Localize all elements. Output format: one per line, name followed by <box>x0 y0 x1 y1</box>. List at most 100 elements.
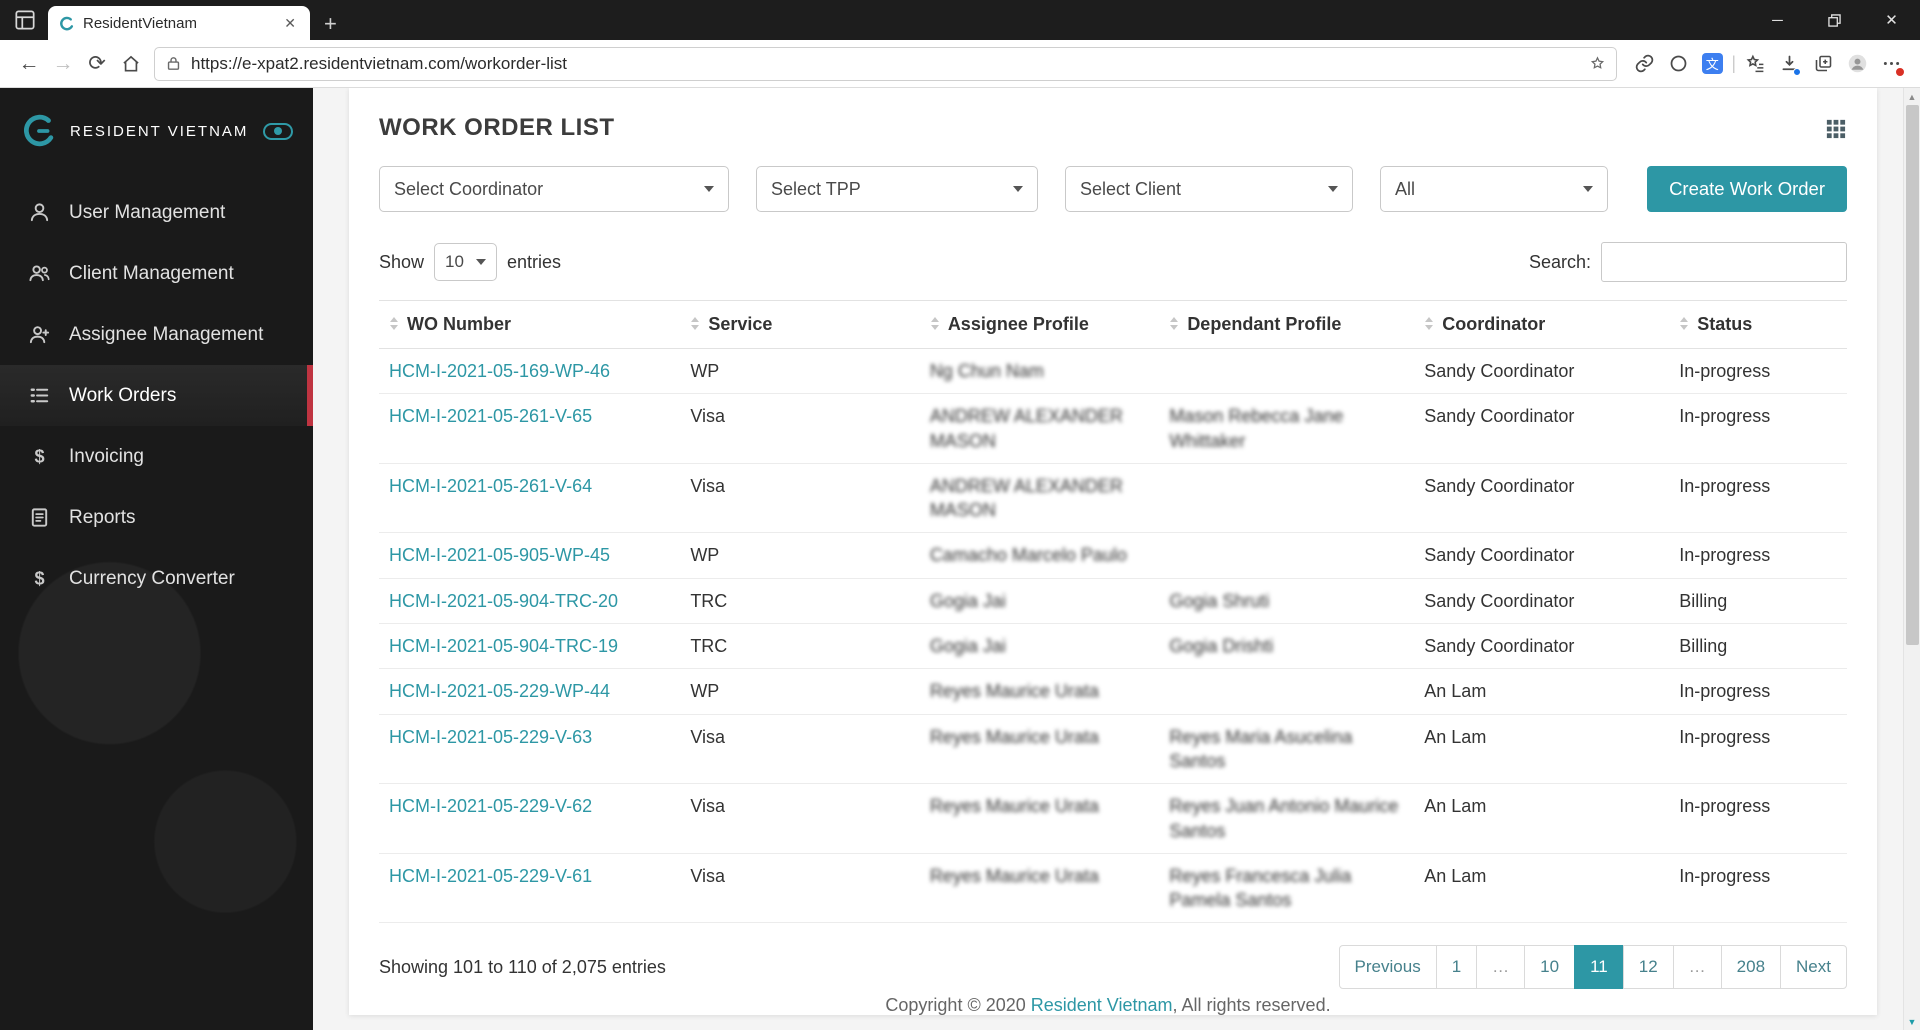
tpp-filter[interactable]: Select TPP <box>756 166 1038 212</box>
column-header-assignee[interactable]: Assignee Profile <box>919 300 1160 349</box>
dollar-icon: $ <box>28 445 51 468</box>
status-filter[interactable]: All <box>1380 166 1608 212</box>
wo-number-link[interactable]: HCM-I-2021-05-904-TRC-20 <box>389 591 618 611</box>
translate-extension-icon[interactable]: 文 <box>1695 47 1729 81</box>
page-scrollbar[interactable]: ▲ ▼ <box>1903 88 1920 1030</box>
column-header-wo-number[interactable]: WO Number <box>379 300 681 349</box>
column-header-coordinator[interactable]: Coordinator <box>1414 300 1670 349</box>
coordinator-cell: Sandy Coordinator <box>1414 532 1670 579</box>
wo-number-link[interactable]: HCM-I-2021-05-261-V-65 <box>389 406 592 426</box>
sort-icon <box>389 317 399 330</box>
search-input[interactable] <box>1601 242 1847 282</box>
assignee-profile-cell: Reyes Maurice Urata <box>919 783 1160 854</box>
scrollbar-thumb[interactable] <box>1906 105 1919 645</box>
wo-number-link[interactable]: HCM-I-2021-05-229-WP-44 <box>389 681 610 701</box>
home-button[interactable] <box>114 47 148 81</box>
service-cell: Visa <box>680 783 920 854</box>
address-bar[interactable]: https://e-xpat2.residentvietnam.com/work… <box>154 46 1618 81</box>
wo-number-link[interactable]: HCM-I-2021-05-229-V-63 <box>389 727 592 747</box>
sidebar-item-client-management[interactable]: Client Management <box>0 243 313 304</box>
downloads-icon[interactable] <box>1772 47 1806 81</box>
coordinator-cell: Sandy Coordinator <box>1414 393 1670 464</box>
column-header-dependant[interactable]: Dependant Profile <box>1159 300 1415 349</box>
grid-view-icon[interactable] <box>1824 117 1847 140</box>
client-filter[interactable]: Select Client <box>1065 166 1353 212</box>
wo-number-link[interactable]: HCM-I-2021-05-229-V-61 <box>389 866 592 886</box>
site-info-icon[interactable] <box>165 55 182 72</box>
tab-actions-icon[interactable] <box>12 7 38 33</box>
status-cell: In-progress <box>1669 463 1847 534</box>
page-10[interactable]: 10 <box>1524 945 1576 990</box>
sort-icon <box>930 317 940 330</box>
add-favorite-icon[interactable] <box>1589 55 1606 72</box>
forward-button[interactable]: → <box>46 47 80 81</box>
tab-close-icon[interactable]: ✕ <box>280 13 300 34</box>
wo-number-link[interactable]: HCM-I-2021-05-904-TRC-19 <box>389 636 618 656</box>
create-work-order-button[interactable]: Create Work Order <box>1647 166 1847 212</box>
sidebar-item-reports[interactable]: Reports <box>0 487 313 548</box>
page-ellipsis[interactable]: … <box>1476 945 1526 990</box>
scroll-up-arrow[interactable]: ▲ <box>1904 88 1920 105</box>
wo-number-link[interactable]: HCM-I-2021-05-229-V-62 <box>389 796 592 816</box>
collections-icon[interactable] <box>1806 47 1840 81</box>
url-text[interactable]: https://e-xpat2.residentvietnam.com/work… <box>191 54 1589 74</box>
page-1[interactable]: 1 <box>1435 945 1478 990</box>
back-button[interactable]: ← <box>12 47 46 81</box>
wo-number-link[interactable]: HCM-I-2021-05-905-WP-45 <box>389 545 610 565</box>
table-header-row: WO Number Service Assignee Profile Depen… <box>379 300 1847 349</box>
assignee-profile-cell: ANDREW ALEXANDER MASON <box>919 393 1160 464</box>
page-ellipsis[interactable]: … <box>1672 945 1722 990</box>
close-button[interactable]: ✕ <box>1863 0 1920 40</box>
sidebar-item-user-management[interactable]: User Management <box>0 182 313 243</box>
scroll-down-arrow[interactable]: ▼ <box>1904 1013 1920 1030</box>
sidebar-item-label: Invoicing <box>69 445 144 467</box>
maximize-button[interactable] <box>1806 0 1863 40</box>
dollar-icon: $ <box>28 567 51 590</box>
page-208[interactable]: 208 <box>1720 945 1782 990</box>
menu-alert-badge <box>1895 66 1905 77</box>
dependant-profile-cell <box>1159 348 1415 395</box>
page-12[interactable]: 12 <box>1622 945 1674 990</box>
user-icon <box>28 201 51 224</box>
profile-avatar[interactable] <box>1840 47 1874 81</box>
sidebar-item-label: Currency Converter <box>69 567 235 589</box>
page-previous[interactable]: Previous <box>1338 945 1437 990</box>
minimize-button[interactable]: ─ <box>1749 0 1806 40</box>
wo-number-link[interactable]: HCM-I-2021-05-261-V-64 <box>389 476 592 496</box>
sidebar-item-label: Client Management <box>69 262 234 284</box>
page-11[interactable]: 11 <box>1574 945 1624 990</box>
brand: RESIDENT VIETNAM <box>0 88 313 176</box>
sidebar-item-assignee-management[interactable]: Assignee Management <box>0 304 313 365</box>
wo-number-link[interactable]: HCM-I-2021-05-169-WP-46 <box>389 361 610 381</box>
page-next[interactable]: Next <box>1780 945 1847 990</box>
window-controls: ─ ✕ <box>1749 0 1920 40</box>
page-size-select[interactable]: 10 <box>434 243 497 281</box>
copyright-link[interactable]: Resident Vietnam <box>1031 995 1173 1015</box>
refresh-button[interactable]: ⟳ <box>80 47 114 81</box>
dependant-profile-cell: Mason Rebecca Jane Whittaker <box>1159 393 1415 464</box>
favorites-bar-icon[interactable] <box>1738 47 1772 81</box>
column-header-service[interactable]: Service <box>680 300 920 349</box>
sidebar-item-currency-converter[interactable]: $ Currency Converter <box>0 548 313 609</box>
new-tab-button[interactable]: + <box>324 13 337 35</box>
service-cell: Visa <box>680 463 920 534</box>
sidebar-item-invoicing[interactable]: $ Invoicing <box>0 426 313 487</box>
table-row: HCM-I-2021-05-261-V-64 Visa ANDREW ALEXA… <box>379 463 1847 534</box>
copyright: Copyright © 2020 Resident Vietnam, All r… <box>313 995 1903 1016</box>
coordinator-cell: Sandy Coordinator <box>1414 578 1670 625</box>
sidebar-collapse-toggle[interactable] <box>263 122 293 140</box>
svg-text:$: $ <box>34 446 44 466</box>
browser-tab[interactable]: ResidentVietnam ✕ <box>48 6 310 40</box>
chevron-down-icon <box>704 186 714 192</box>
link-extension-icon[interactable] <box>1627 47 1661 81</box>
browser-menu-icon[interactable] <box>1874 47 1908 81</box>
column-header-status[interactable]: Status <box>1669 300 1847 349</box>
status-cell: In-progress <box>1669 714 1847 785</box>
table-row: HCM-I-2021-05-904-TRC-20 TRC Gogia Jai G… <box>379 578 1847 625</box>
adblock-extension-icon[interactable] <box>1661 47 1695 81</box>
coordinator-filter[interactable]: Select Coordinator <box>379 166 729 212</box>
pagination: Previous 1… 10 11 12… 208 Next <box>1338 945 1847 990</box>
copyright-suffix: , All rights reserved. <box>1172 995 1331 1015</box>
sidebar-item-work-orders[interactable]: Work Orders <box>0 365 313 426</box>
status-cell: In-progress <box>1669 668 1847 715</box>
